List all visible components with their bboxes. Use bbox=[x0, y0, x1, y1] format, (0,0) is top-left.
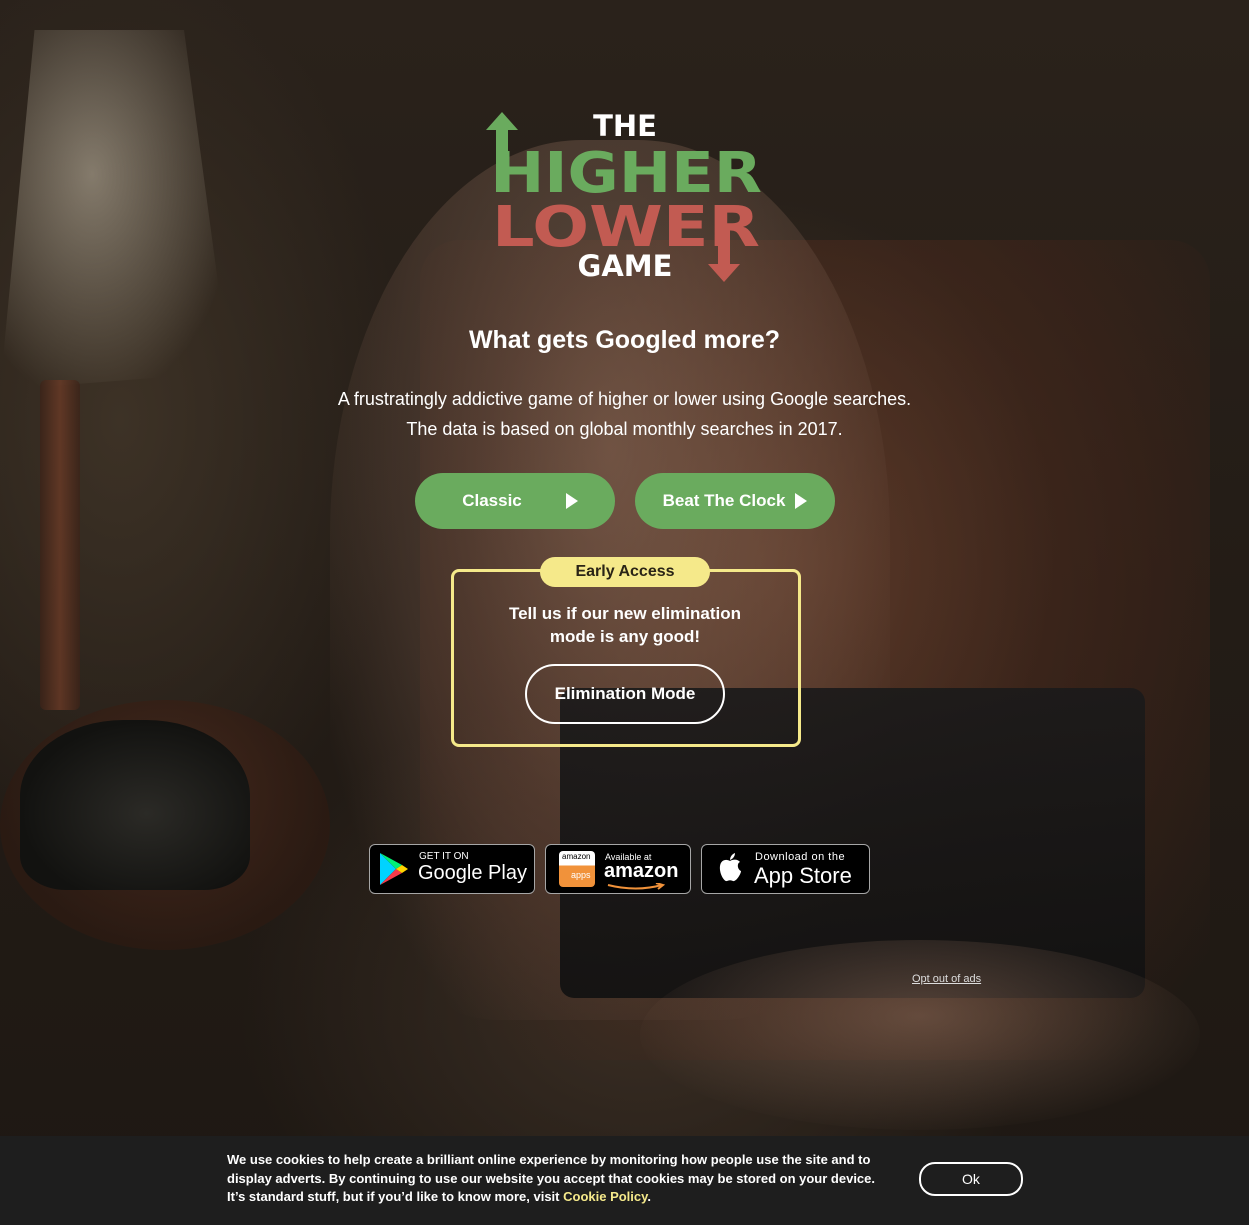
play-icon bbox=[795, 493, 808, 509]
early-access-text-line-2: mode is any good! bbox=[549, 627, 701, 646]
opt-out-of-ads-link[interactable]: Opt out of ads bbox=[912, 973, 981, 985]
amazon-big: amazon bbox=[604, 860, 679, 882]
beat-the-clock-button[interactable]: Beat The Clock bbox=[635, 473, 835, 529]
description-line-1: A frustratingly addictive game of higher… bbox=[337, 389, 912, 409]
description: A frustratingly addictive game of higher… bbox=[0, 384, 1249, 444]
logo-game: GAME bbox=[578, 249, 673, 283]
google-play-small: GET IT ON bbox=[419, 851, 469, 862]
amazon-apps-icon: amazon apps bbox=[559, 851, 595, 887]
amazon-smile-icon bbox=[607, 883, 666, 890]
early-access-text: Tell us if our new elimination mode is a… bbox=[470, 602, 780, 648]
apple-icon bbox=[719, 853, 741, 882]
app-store-badge[interactable]: Download on the App Store bbox=[701, 844, 870, 894]
elimination-mode-button[interactable]: Elimination Mode bbox=[525, 664, 725, 724]
logo-the: THE bbox=[593, 109, 657, 143]
background-telephone bbox=[20, 720, 250, 890]
classic-button-label: Classic bbox=[462, 491, 522, 510]
early-access-badge: Early Access bbox=[540, 557, 710, 587]
amazon-apps-icon-apps: apps bbox=[571, 870, 591, 880]
google-play-badge[interactable]: GET IT ON Google Play bbox=[369, 844, 535, 894]
play-icon bbox=[565, 493, 578, 509]
background-knees bbox=[640, 940, 1200, 1130]
amazon-appstore-badge[interactable]: amazon apps Available at amazon bbox=[545, 844, 691, 894]
cookie-policy-link[interactable]: Cookie Policy bbox=[563, 1189, 647, 1204]
google-play-icon bbox=[380, 853, 408, 885]
game-logo: THE HIGHER LOWER GAME bbox=[486, 109, 762, 283]
google-play-big: Google Play bbox=[418, 862, 527, 884]
description-line-2: The data is based on global monthly sear… bbox=[406, 419, 843, 439]
cookie-suffix: . bbox=[647, 1189, 652, 1204]
app-store-big: App Store bbox=[754, 863, 852, 888]
beat-the-clock-button-label: Beat The Clock bbox=[662, 491, 786, 510]
tagline: What gets Googled more? bbox=[468, 326, 781, 354]
early-access-text-line-1: Tell us if our new elimination bbox=[508, 604, 742, 623]
amazon-apps-icon-logo: amazon bbox=[562, 852, 591, 861]
cookie-ok-button[interactable]: Ok bbox=[919, 1162, 1023, 1196]
background-table bbox=[0, 700, 330, 950]
cookie-text: We use cookies to help create a brillian… bbox=[227, 1151, 892, 1207]
classic-button[interactable]: Classic bbox=[415, 473, 615, 529]
cookie-message: We use cookies to help create a brillian… bbox=[227, 1152, 876, 1204]
app-store-small: Download on the bbox=[755, 851, 846, 863]
